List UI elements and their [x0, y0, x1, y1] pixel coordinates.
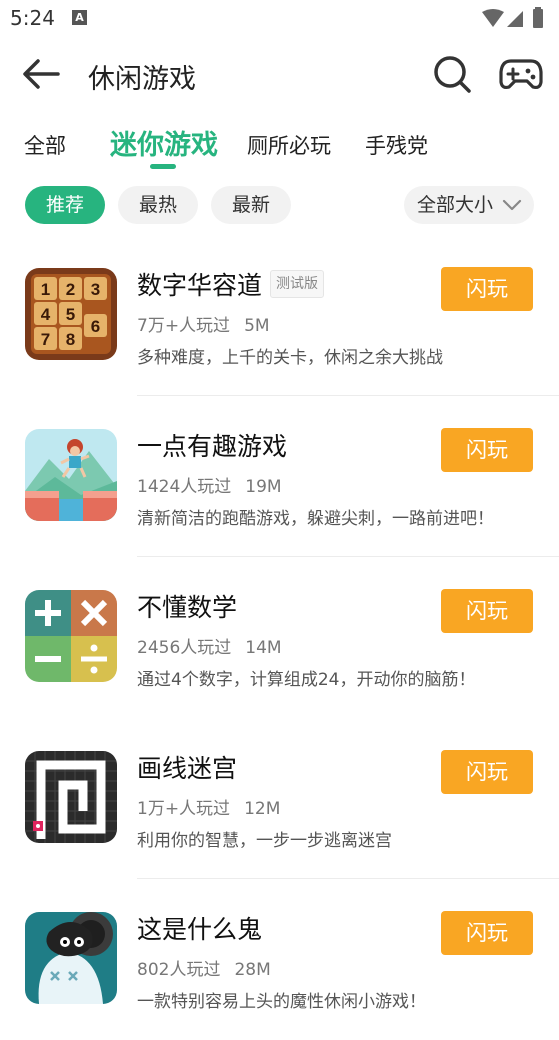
game-description: 通过4个数字，计算组成24，开动你的脑筋！	[137, 670, 476, 690]
play-count: 1万+人玩过	[137, 799, 231, 819]
game-name: 一点有趣游戏	[137, 432, 288, 461]
game-stats: 2456人玩过 14M	[137, 633, 282, 658]
instant-play-button[interactable]: 闪玩	[441, 750, 533, 794]
search-icon	[434, 56, 471, 93]
instant-play-button[interactable]: 闪玩	[441, 589, 533, 633]
game-description: 清新简洁的跑酷游戏，躲避尖刺，一路前进吧！	[137, 509, 494, 529]
game-list-item[interactable]: 这是什么鬼 802人玩过 28M 一款特别容易上头的魔性休闲小游戏！ 闪玩	[0, 880, 559, 1040]
game-title-row: 不懂数学	[137, 588, 238, 622]
game-list-item[interactable]: 一点有趣游戏 1424人玩过 19M 清新简洁的跑酷游戏，躲避尖刺，一路前进吧！ …	[0, 397, 559, 557]
game-stats: 1万+人玩过 12M	[137, 794, 280, 819]
maze-icon	[25, 751, 117, 843]
play-count: 1424人玩过	[137, 477, 232, 497]
svg-text:4: 4	[41, 305, 51, 324]
size-filter-dropdown[interactable]: 全部大小	[404, 186, 534, 224]
instant-play-button[interactable]: 闪玩	[441, 911, 533, 955]
math-operators-icon	[25, 590, 117, 682]
game-stats: 7万+人玩过 5M	[137, 311, 270, 336]
beta-badge: 测试版	[270, 270, 325, 298]
game-description: 一款特别容易上头的魔性休闲小游戏！	[137, 992, 426, 1012]
divider	[137, 395, 559, 396]
game-center-button[interactable]	[498, 52, 544, 96]
game-title-row: 数字华容道 测试版	[137, 266, 325, 300]
filter-hottest[interactable]: 最热	[118, 186, 198, 224]
instant-play-button[interactable]: 闪玩	[441, 428, 533, 472]
divider	[137, 878, 559, 879]
game-name: 数字华容道	[137, 271, 263, 300]
ghost-character-icon	[25, 912, 117, 1004]
filter-recommended[interactable]: 推荐	[25, 186, 105, 224]
game-list-item[interactable]: 不懂数学 2456人玩过 14M 通过4个数字，计算组成24，开动你的脑筋！ 闪玩	[0, 558, 559, 718]
tab-mini-games[interactable]: 迷你游戏	[110, 123, 218, 162]
game-size: 12M	[244, 799, 281, 819]
game-size: 19M	[245, 477, 282, 497]
status-bar: 5:24 A	[0, 0, 559, 38]
game-name: 这是什么鬼	[137, 915, 263, 944]
arrow-left-icon	[23, 59, 60, 89]
game-stats: 1424人玩过 19M	[137, 472, 282, 497]
category-tabs: 全部 迷你游戏 厕所必玩 手残党	[0, 110, 559, 172]
svg-text:6: 6	[91, 317, 100, 336]
game-size: 14M	[245, 638, 282, 658]
search-button[interactable]	[430, 52, 474, 96]
tab-all[interactable]: 全部	[24, 130, 66, 160]
svg-text:5: 5	[66, 305, 75, 324]
back-button[interactable]	[18, 54, 64, 94]
game-stats: 802人玩过 28M	[137, 955, 271, 980]
game-size: 28M	[234, 960, 271, 980]
active-tab-indicator	[150, 164, 176, 169]
page-title: 休闲游戏	[88, 64, 196, 95]
game-title-row: 这是什么鬼	[137, 910, 263, 944]
svg-text:8: 8	[66, 330, 75, 349]
game-title-row: 画线迷宫	[137, 749, 238, 783]
svg-text:1: 1	[41, 280, 50, 299]
game-name: 画线迷宫	[137, 754, 238, 783]
instant-play-button[interactable]: 闪玩	[441, 267, 533, 311]
play-count: 802人玩过	[137, 960, 221, 980]
game-name: 不懂数学	[137, 593, 238, 622]
tab-clumsy-players[interactable]: 手残党	[365, 130, 428, 160]
runner-game-icon	[25, 429, 117, 521]
svg-text:7: 7	[41, 330, 50, 349]
status-time: 5:24	[10, 6, 55, 30]
gamepad-icon	[499, 59, 543, 90]
signal-battery-icon	[482, 7, 543, 28]
svg-text:3: 3	[91, 280, 100, 299]
game-title-row: 一点有趣游戏	[137, 427, 288, 461]
chevron-down-icon	[502, 199, 522, 211]
game-size: 5M	[244, 316, 270, 336]
svg-text:2: 2	[66, 280, 75, 299]
number-slide-puzzle-icon: 1 2 3 4 5 6 7 8	[25, 268, 117, 360]
size-filter-label: 全部大小	[417, 194, 494, 216]
filter-newest[interactable]: 最新	[211, 186, 291, 224]
tab-toilet-must-play[interactable]: 厕所必玩	[247, 130, 331, 160]
play-count: 7万+人玩过	[137, 316, 231, 336]
game-list-item[interactable]: 1 2 3 4 5 6 7 8 数字华容道 测试版 7万+人玩过 5M 多种难度，上…	[0, 236, 559, 396]
notification-icon: A	[72, 10, 87, 25]
play-count: 2456人玩过	[137, 638, 232, 658]
game-description: 多种难度，上千的关卡，休闲之余大挑战	[137, 348, 443, 368]
app-bar: 休闲游戏	[0, 38, 559, 110]
filter-bar: 推荐 最热 最新 全部大小	[0, 186, 559, 226]
game-list-item[interactable]: 画线迷宫 1万+人玩过 12M 利用你的智慧，一步一步逃离迷宫 闪玩	[0, 719, 559, 879]
game-description: 利用你的智慧，一步一步逃离迷宫	[137, 831, 392, 851]
divider	[137, 556, 559, 557]
